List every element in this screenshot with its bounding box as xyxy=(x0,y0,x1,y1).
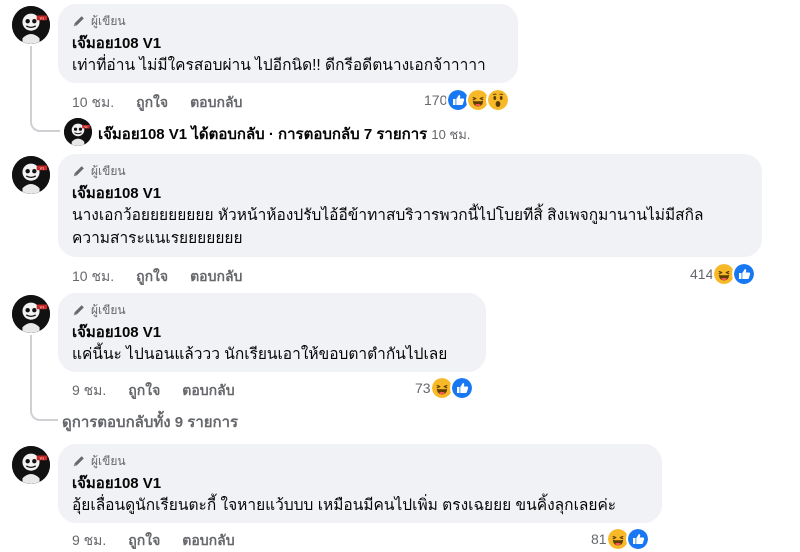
like-button[interactable]: ถูกใจ xyxy=(128,530,160,552)
like-button[interactable]: ถูกใจ xyxy=(128,380,160,402)
reply-button[interactable]: ตอบกลับ xyxy=(190,92,242,114)
comment-text-line: ความสาระแนเรยยยยยยย xyxy=(72,230,243,247)
commenter-avatar[interactable] xyxy=(12,156,50,194)
reaction-summary[interactable]: 170 xyxy=(424,88,511,112)
commenter-avatar[interactable] xyxy=(12,446,50,484)
author-badge: ผู้เขียน xyxy=(72,13,504,29)
commenter-avatar[interactable] xyxy=(12,295,50,333)
reply-author: เจ๊มอย108 V1 xyxy=(98,126,188,143)
reaction-count: 81 xyxy=(591,531,607,547)
comment-time[interactable]: 10 ชม. xyxy=(72,92,114,114)
like-button[interactable]: ถูกใจ xyxy=(136,92,168,114)
reaction-summary[interactable]: 81 xyxy=(591,527,650,551)
comment-time[interactable]: 9 ชม. xyxy=(72,380,106,402)
comment-bubble: ผู้เขียน เจ๊มอย108 V1 อุ้ยเลื่อนดูนักเรี… xyxy=(58,444,662,523)
reply-separator: · xyxy=(268,125,274,143)
comment-text-line: เท่าที่อ่าน ไม่มีใครสอบผ่าน ไปอีกนิด!! ด… xyxy=(72,57,486,74)
pencil-icon xyxy=(72,14,86,28)
reply-button[interactable]: ตอบกลับ xyxy=(190,266,242,288)
reply-button[interactable]: ตอบกลับ xyxy=(182,380,234,402)
like-button[interactable]: ถูกใจ xyxy=(136,266,168,288)
reaction-summary[interactable]: 73 xyxy=(415,376,474,400)
reaction-count: 414 xyxy=(690,266,714,282)
author-badge-label: ผู้เขียน xyxy=(91,13,126,28)
like-icon xyxy=(625,527,650,551)
comment-actions: 9 ชม. ถูกใจ ตอบกลับ xyxy=(72,380,257,402)
comment-author[interactable]: เจ๊มอย108 V1 xyxy=(72,34,504,54)
author-badge-label: ผู้เขียน xyxy=(91,302,126,317)
author-badge: ผู้เขียน xyxy=(72,302,472,318)
author-badge: ผู้เขียน xyxy=(72,163,748,179)
comment-author[interactable]: เจ๊มอย108 V1 xyxy=(72,474,648,494)
avatar-image xyxy=(12,446,50,484)
pencil-icon xyxy=(72,303,86,317)
reply-button[interactable]: ตอบกลับ xyxy=(182,530,234,552)
comment-actions: 10 ชม. ถูกใจ ตอบกลับ xyxy=(72,92,264,114)
avatar-image xyxy=(12,6,50,44)
reply-action: ได้ตอบกลับ xyxy=(191,126,265,143)
comment-text-line: แค่นี้นะ ไปนอนแล้ววว นักเรียนเอาให้ขอบตา… xyxy=(72,346,448,363)
view-replies-link[interactable]: ดูการตอบกลับทั้ง 9 รายการ xyxy=(62,410,238,434)
reply-count: การตอบกลับ 7 รายการ xyxy=(278,126,428,143)
reply-avatar[interactable] xyxy=(64,118,92,146)
pencil-icon xyxy=(72,164,86,178)
comment-author[interactable]: เจ๊มอย108 V1 xyxy=(72,323,472,343)
reaction-count: 73 xyxy=(415,380,431,396)
comment-text-line: นางเอกว้อยยยยยยยย หัวหน้าห้องปรับไอ้อีข้… xyxy=(72,207,704,224)
author-badge: ผู้เขียน xyxy=(72,453,648,469)
comment-time[interactable]: 9 ชม. xyxy=(72,530,106,552)
reply-time: 10 ชม. xyxy=(431,126,471,142)
reaction-count: 170 xyxy=(424,92,448,108)
like-icon xyxy=(449,376,474,400)
commenter-avatar[interactable] xyxy=(12,6,50,44)
reaction-summary[interactable]: 414 xyxy=(690,262,757,286)
thread-connector xyxy=(30,335,58,421)
pencil-icon xyxy=(72,454,86,468)
comment-time[interactable]: 10 ชม. xyxy=(72,266,114,288)
avatar-image xyxy=(64,118,92,146)
wow-icon xyxy=(486,88,511,112)
avatar-image xyxy=(12,295,50,333)
comment-author[interactable]: เจ๊มอย108 V1 xyxy=(72,184,748,204)
comment-bubble: ผู้เขียน เจ๊มอย108 V1 นางเอกว้อยยยยยยยย … xyxy=(58,154,762,257)
avatar-image xyxy=(12,156,50,194)
comment-actions: 9 ชม. ถูกใจ ตอบกลับ xyxy=(72,530,257,552)
author-badge-label: ผู้เขียน xyxy=(91,163,126,178)
author-badge-label: ผู้เขียน xyxy=(91,453,126,468)
comment-bubble: ผู้เขียน เจ๊มอย108 V1 เท่าที่อ่าน ไม่มีใ… xyxy=(58,4,518,83)
reply-summary[interactable]: เจ๊มอย108 V1 ได้ตอบกลับ · การตอบกลับ 7 ร… xyxy=(98,122,470,146)
comment-actions: 10 ชม. ถูกใจ ตอบกลับ xyxy=(72,266,264,288)
like-icon xyxy=(732,262,757,286)
comment-text-line: อุ้ยเลื่อนดูนักเรียนตะกี้ ใจหายแว้บบบ เห… xyxy=(72,497,617,514)
thread-connector xyxy=(30,46,60,132)
comment-bubble: ผู้เขียน เจ๊มอย108 V1 แค่นี้นะ ไปนอนแล้ว… xyxy=(58,293,486,372)
